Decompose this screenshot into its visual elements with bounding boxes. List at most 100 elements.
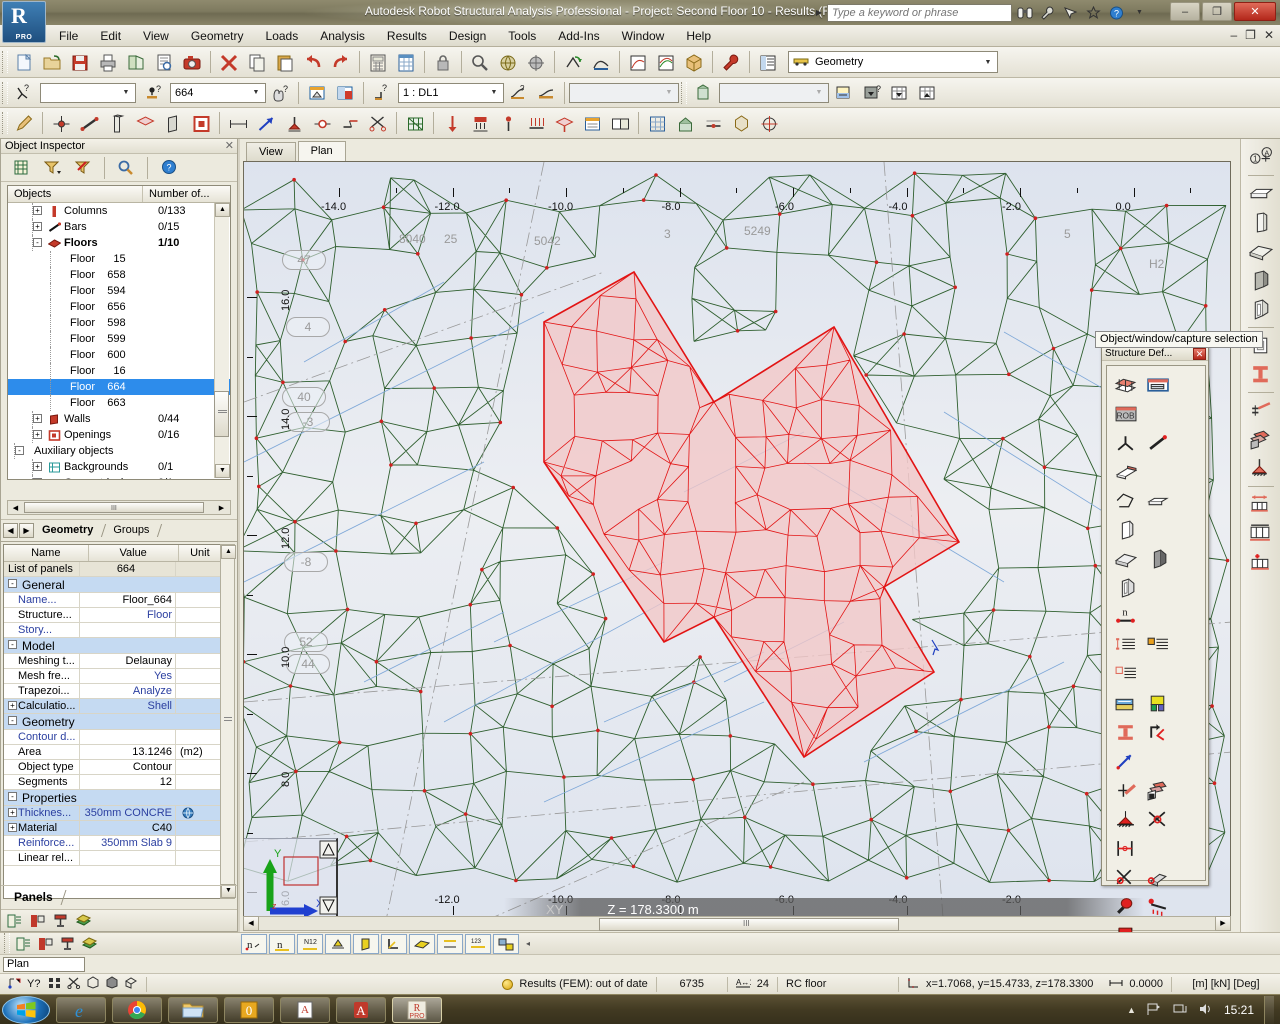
copy-icon[interactable] [243,49,271,75]
panel-icon[interactable] [131,110,159,136]
mdi-minimize-button[interactable]: – [1230,28,1237,42]
network-flag-icon[interactable] [1146,1002,1162,1019]
nodal-load-icon[interactable] [494,110,522,136]
panel-symbol-icon[interactable] [409,933,435,954]
tree-row[interactable]: + Columns 0/133 [8,203,230,219]
property-value[interactable]: 13.1246 [80,745,176,759]
property-value[interactable]: C40 [80,821,176,835]
panel-list-icon[interactable] [12,934,34,954]
toolbar-grip[interactable] [4,932,10,955]
node-selection-combo[interactable]: ▼ [40,82,136,103]
acrobat-reader-icon[interactable]: A [336,996,386,1023]
text-editor-icon[interactable]: A [280,996,330,1023]
palette-column-icon[interactable] [1109,457,1141,486]
tab-next-button[interactable]: ▶ [19,523,34,538]
property-value[interactable]: 350mm Slab 9 [80,836,176,850]
case-icon[interactable] [578,110,606,136]
tree-row[interactable]: - Auxiliary objects [8,443,230,459]
palette-support-icon[interactable] [1109,805,1141,834]
story-up-icon[interactable] [829,80,857,106]
bar-load-icon[interactable] [522,110,550,136]
communication-center-icon[interactable] [1060,3,1081,22]
add-span-icon[interactable] [1246,549,1276,576]
palette-bar-length-icon[interactable]: n [1109,602,1141,631]
panel-list-icon[interactable] [3,911,25,931]
load-def-icon[interactable] [532,80,560,106]
support-query-icon[interactable]: ? [368,80,396,106]
property-value[interactable]: 12 [80,775,176,789]
palette-close-icon[interactable]: ✕ [1193,348,1206,360]
extra-combo[interactable]: ▼ [569,82,679,103]
menu-item-results[interactable]: Results [376,26,438,46]
infocenter-expand-arrow[interactable]: ▶ [813,8,825,17]
view-type-combo[interactable]: Geometry ▼ [788,51,998,73]
tab-plan[interactable]: Plan [297,141,346,161]
group-expander[interactable]: - [8,640,17,649]
filter-icon[interactable] [38,155,66,181]
node-symbol-icon[interactable]: n [241,933,267,954]
palette-beam-icon[interactable] [1141,486,1173,515]
object-tree-scrollbar[interactable]: ▲ ▼ [214,203,230,478]
bar-icon[interactable] [75,110,103,136]
panel-filter-icon[interactable] [49,911,71,931]
menu-item-analysis[interactable]: Analysis [309,26,376,46]
screen-capture-camera-icon[interactable] [178,49,206,75]
new-document-icon[interactable] [10,49,38,75]
help-dropdown-arrow[interactable]: ▼ [1129,3,1150,22]
panel-filter-icon[interactable] [56,934,78,954]
viewport-scroll-left[interactable]: ◀ [243,916,259,931]
combination-icon[interactable] [606,110,634,136]
robot-pro-icon[interactable]: R PRO [392,996,442,1023]
palette-compatible-node-icon[interactable] [1109,863,1141,892]
show-hidden-arrow-icon[interactable]: ▲ [1127,1005,1136,1015]
menu-item-geometry[interactable]: Geometry [180,26,255,46]
tree-row[interactable]: + Geometrical o... 0/1 [8,475,230,479]
palette-thickness-list-icon[interactable] [1109,660,1141,689]
close-button[interactable]: ✕ [1234,2,1276,21]
column-icon[interactable] [103,110,131,136]
palette-rigid-link-icon[interactable] [1109,834,1141,863]
dimension-icon[interactable] [224,110,252,136]
palette-edge-support-icon[interactable] [1141,863,1173,892]
pan-globe-icon[interactable] [494,49,522,75]
paste-icon[interactable] [271,49,299,75]
palette-polyline-icon[interactable] [1109,486,1141,515]
tab-prev-button[interactable]: ◀ [3,523,18,538]
property-row[interactable]: Mesh fre... Yes [4,669,221,684]
undo-icon[interactable] [299,49,327,75]
property-row[interactable]: Object type Contour [4,760,221,775]
palette-wall-panel-icon[interactable] [1141,544,1173,573]
table-down-icon[interactable] [885,80,913,106]
tree-expander[interactable]: + [33,222,42,231]
property-expander[interactable]: + [8,701,17,710]
tree-row[interactable]: + Openings 0/16 [8,427,230,443]
multi-span-icon[interactable] [1246,520,1276,547]
windows-start-icon[interactable] [2,995,50,1024]
slab-icon[interactable] [1246,238,1276,265]
show-desktop-button[interactable] [1264,996,1274,1024]
property-value[interactable] [80,623,176,637]
opening-icon[interactable] [187,110,215,136]
property-row[interactable]: Linear rel... [4,851,221,866]
tree-expander[interactable]: + [33,478,42,479]
property-row[interactable]: Story... [4,623,221,638]
support-icon[interactable] [280,110,308,136]
filter-clear-icon[interactable] [69,155,97,181]
load-diagram-icon[interactable]: ? [504,80,532,106]
palette-release-icon[interactable] [1141,718,1173,747]
find-icon[interactable] [112,155,140,181]
load-icon[interactable] [438,110,466,136]
load-case-icon[interactable] [303,80,331,106]
palette-opening-icon[interactable] [1109,573,1141,602]
render-icon[interactable] [493,933,519,954]
mdi-close-button[interactable]: ✕ [1264,28,1274,42]
tree-row[interactable]: Floor 16 [8,363,230,379]
cut-icon[interactable] [364,110,392,136]
tree-row[interactable]: Floor 15 [8,251,230,267]
menu-item-help[interactable]: Help [675,26,722,46]
help-icon[interactable]: ? [155,155,183,181]
panel-combo[interactable]: ▼ [719,82,829,103]
tab-groups[interactable]: Groups [104,522,162,539]
property-value[interactable] [80,851,176,865]
wall-icon[interactable] [1246,267,1276,294]
